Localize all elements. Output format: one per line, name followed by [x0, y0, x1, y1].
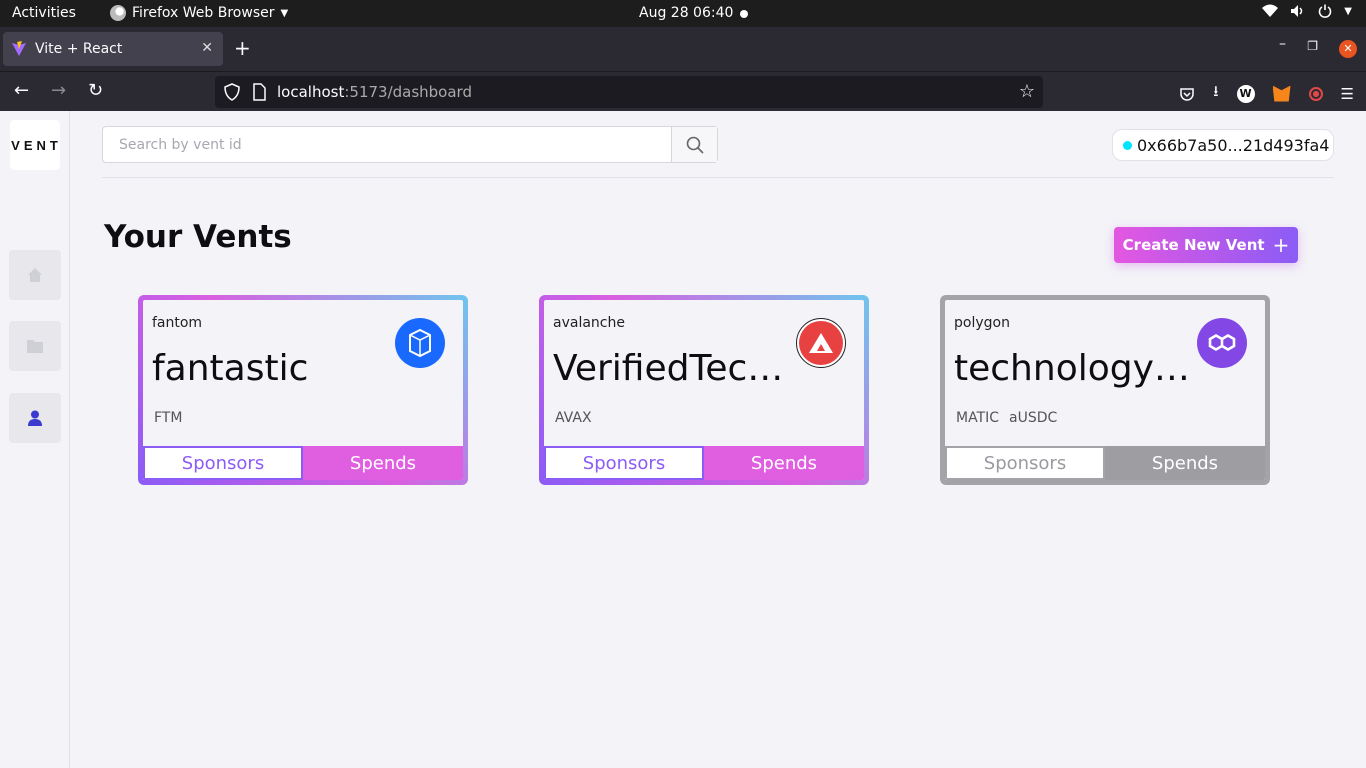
navigation-bar: ← → ↻ localhost:5173/dashboard ☆ ⭳ W ☰ — [0, 71, 1366, 111]
page-title: Your Vents — [104, 219, 292, 255]
vent-card[interactable]: polygon technologyexpert MATIC aUSDC Spo… — [940, 295, 1270, 485]
vite-favicon-icon — [12, 41, 26, 56]
minimize-icon[interactable]: – — [1279, 36, 1286, 52]
page-info-icon[interactable] — [251, 82, 267, 102]
vent-chain: fantom — [152, 315, 203, 331]
sponsors-tab[interactable]: Sponsors — [945, 446, 1105, 480]
folder-icon — [27, 340, 43, 353]
firefox-icon — [110, 5, 126, 21]
url-text[interactable]: localhost:5173/dashboard — [277, 83, 472, 101]
toolbar-icons: ⭳ W ☰ — [1179, 81, 1354, 106]
token-label: FTM — [154, 410, 183, 426]
search-button[interactable] — [671, 127, 717, 162]
spends-tab[interactable]: Spends — [704, 446, 864, 480]
app-menu-label: Firefox Web Browser — [132, 5, 275, 21]
vent-tabs: Sponsors Spends — [143, 446, 463, 480]
address-bar[interactable]: localhost:5173/dashboard ☆ — [215, 76, 1043, 108]
vent-tokens: FTM — [154, 410, 182, 426]
token-label: aUSDC — [1009, 410, 1058, 426]
vent-tabs: Sponsors Spends — [945, 446, 1265, 480]
create-new-vent-button[interactable]: Create New Vent + — [1114, 227, 1298, 263]
wifi-icon — [1262, 4, 1279, 17]
vent-name: VerifiedTechnology — [553, 348, 803, 389]
wallet-address-button[interactable]: 0x66b7a50...21d493fa4 — [1112, 129, 1334, 161]
sidebar: VENT — [0, 111, 70, 768]
pocket-icon[interactable] — [1179, 86, 1195, 102]
header-divider — [102, 177, 1334, 178]
system-top-bar: Activities Firefox Web Browser ▼ Aug 28 … — [0, 0, 1366, 27]
tab-close-icon[interactable]: ✕ — [201, 40, 213, 56]
back-icon[interactable]: ← — [14, 80, 29, 101]
metamask-extension-icon[interactable] — [1272, 85, 1291, 102]
volume-icon — [1291, 5, 1303, 17]
sidebar-item-folder[interactable] — [9, 321, 61, 371]
vent-card-body: polygon technologyexpert MATIC aUSDC Spo… — [945, 300, 1265, 480]
vent-name: technologyexpert — [954, 348, 1204, 389]
vent-card[interactable]: fantom fantastic FTM Sponsors Spends — [138, 295, 468, 485]
vent-tokens: MATIC aUSDC — [956, 410, 1057, 426]
token-label: AVAX — [555, 410, 592, 426]
tray-chevron-down-icon: ▼ — [1344, 5, 1352, 17]
sponsors-tab[interactable]: Sponsors — [544, 446, 704, 480]
search-icon — [686, 136, 704, 154]
vent-logo[interactable]: VENT — [10, 120, 60, 170]
app-menu[interactable]: Firefox Web Browser ▼ — [110, 5, 288, 21]
url-path: :5173/dashboard — [344, 83, 472, 101]
reload-icon[interactable]: ↻ — [88, 80, 103, 101]
vent-chain: avalanche — [553, 315, 625, 331]
vent-chain: polygon — [954, 315, 1010, 331]
chevron-down-icon: ▼ — [280, 7, 289, 19]
sponsors-tab[interactable]: Sponsors — [143, 446, 303, 480]
polygon-logo-icon — [1197, 318, 1247, 368]
window-close-icon[interactable]: ✕ — [1339, 40, 1357, 58]
tab-strip: Vite + React ✕ + – ❐ ✕ — [0, 27, 1366, 71]
tab-title: Vite + React — [35, 41, 123, 57]
activities-button[interactable]: Activities — [12, 5, 76, 21]
home-icon — [28, 268, 42, 282]
tracking-shield-icon[interactable] — [223, 82, 241, 102]
vent-card-body: avalanche VerifiedTechnology AVAX Sponso… — [544, 300, 864, 480]
downloads-icon[interactable]: ⭳ — [1213, 81, 1218, 106]
vent-app: VENT 0x66b7a50...21d493fa4 Your Vents Cr… — [0, 111, 1366, 768]
forward-icon[interactable]: → — [51, 80, 66, 101]
clock[interactable]: Aug 28 06:40 — [639, 5, 733, 21]
power-icon — [1319, 4, 1332, 18]
vent-card-body: fantom fantastic FTM Sponsors Spends — [143, 300, 463, 480]
search-input[interactable] — [103, 127, 673, 162]
create-button-label: Create New Vent — [1122, 236, 1265, 254]
sidebar-item-home[interactable] — [9, 250, 61, 300]
restore-icon[interactable]: ❐ — [1307, 39, 1318, 53]
url-host: localhost — [277, 83, 345, 101]
spends-tab[interactable]: Spends — [1105, 446, 1265, 480]
vent-name: fantastic — [152, 348, 309, 389]
recording-extension-icon[interactable] — [1308, 86, 1323, 101]
sidebar-item-profile[interactable] — [9, 393, 61, 443]
hamburger-menu-icon[interactable]: ☰ — [1341, 85, 1354, 103]
vent-tabs: Sponsors Spends — [544, 446, 864, 480]
vent-card[interactable]: avalanche VerifiedTechnology AVAX Sponso… — [539, 295, 869, 485]
token-label: MATIC — [956, 410, 1000, 426]
user-icon — [28, 410, 42, 426]
search-bar — [102, 126, 718, 163]
avalanche-logo-icon — [796, 318, 846, 368]
new-tab-icon[interactable]: + — [234, 36, 251, 60]
fantom-logo-icon — [395, 318, 445, 368]
system-tray[interactable]: ▼ — [1262, 4, 1352, 18]
wikipedia-extension-icon[interactable]: W — [1236, 84, 1255, 103]
notification-dot-icon — [740, 10, 748, 18]
browser-tab[interactable]: Vite + React ✕ — [3, 32, 223, 66]
spends-tab[interactable]: Spends — [303, 446, 463, 480]
wallet-address: 0x66b7a50...21d493fa4 — [1137, 135, 1330, 155]
connected-status-icon — [1123, 140, 1132, 150]
bookmark-star-icon[interactable]: ☆ — [1019, 81, 1035, 102]
vent-tokens: AVAX — [555, 410, 592, 426]
plus-icon: + — [1272, 233, 1290, 257]
